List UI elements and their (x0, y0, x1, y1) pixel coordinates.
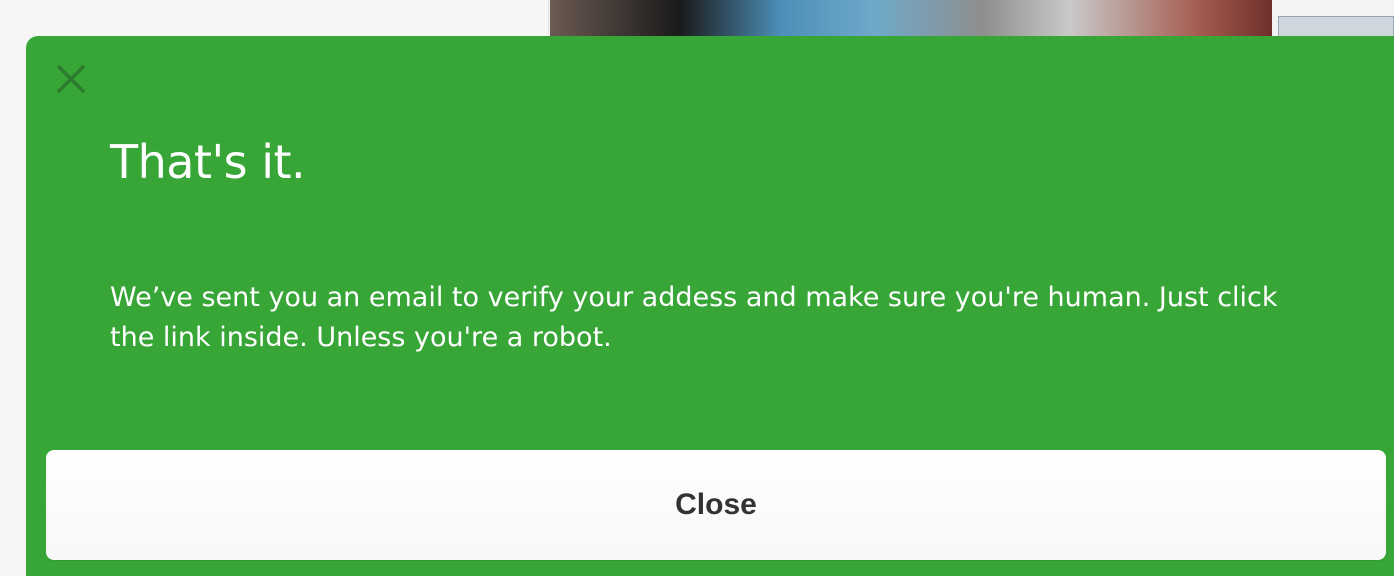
success-modal: That's it. We’ve sent you an email to ve… (26, 36, 1394, 576)
modal-message: We’ve sent you an email to verify your a… (110, 282, 1278, 353)
background-photo (550, 0, 1272, 40)
background-fragment (22, 0, 92, 20)
page: That's it. We’ve sent you an email to ve… (0, 0, 1394, 576)
close-button[interactable]: Close (46, 450, 1386, 560)
close-icon[interactable] (54, 62, 88, 96)
modal-title: That's it. (110, 135, 306, 189)
